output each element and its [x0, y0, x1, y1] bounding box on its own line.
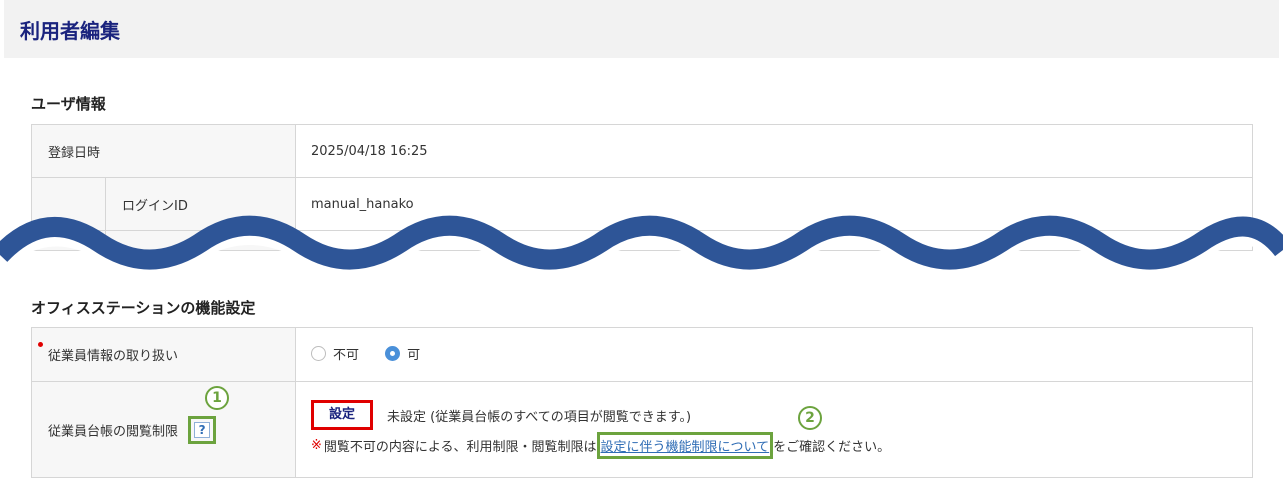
marker-1: 1: [205, 386, 229, 410]
radio-on-icon: [385, 346, 401, 361]
radio-allowed[interactable]: 可: [385, 344, 420, 363]
function-restriction-link[interactable]: 設定に伴う機能制限について: [601, 440, 770, 455]
note-mark: ※: [311, 438, 322, 453]
help-highlight-box: ?: [188, 415, 217, 444]
ledger-value-cell: 設定 未設定 (従業員台帳のすべての項目が閲覧できます。) 2 ※ 閲覧不可の内…: [295, 381, 1253, 478]
radio-allowed-label: 可: [407, 348, 421, 363]
user-info-section-title: ユーザ情報: [31, 95, 106, 113]
office-station-section-title: オフィスステーションの機能設定: [31, 299, 256, 317]
registered-at-label: 登録日時: [31, 124, 296, 178]
ledger-label: 従業員台帳の閲覧制限: [48, 424, 179, 439]
ledger-status: 未設定 (従業員台帳のすべての項目が閲覧できます。): [387, 409, 692, 425]
help-icon[interactable]: ?: [194, 421, 211, 438]
set-button[interactable]: 設定: [311, 400, 373, 430]
table-row: 従業員台帳の閲覧制限 ? 1 設定 未設定 (従業員台帳のすべての項目が閲覧でき…: [31, 381, 1253, 478]
note-suffix: をご確認ください。: [773, 440, 891, 455]
employee-info-label: 従業員情報の取り扱い: [48, 349, 179, 364]
note-prefix: 閲覧不可の内容による、利用制限・閲覧制限は: [323, 440, 597, 455]
radio-off-icon: [311, 346, 326, 361]
page-header: 利用者編集: [4, 0, 1279, 58]
registered-at-value: 2025/04/18 16:25: [295, 124, 1253, 178]
required-dot: [38, 342, 43, 347]
radio-not-allowed-label: 不可: [333, 348, 360, 363]
employee-info-label-cell: 従業員情報の取り扱い: [31, 327, 296, 382]
page-title: 利用者編集: [20, 19, 120, 43]
wave-separator: [0, 215, 1283, 275]
table-row: 登録日時 2025/04/18 16:25: [31, 124, 1253, 178]
ledger-label-cell: 従業員台帳の閲覧制限 ? 1: [31, 381, 296, 478]
marker-2: 2: [798, 406, 822, 430]
office-station-table: 従業員情報の取り扱い 不可 可 従業員台帳の閲覧制限 ? 1 設定 未設定 (従…: [31, 327, 1253, 478]
table-row: 従業員情報の取り扱い 不可 可: [31, 327, 1253, 382]
radio-not-allowed[interactable]: 不可: [311, 344, 359, 363]
employee-info-options: 不可 可: [295, 327, 1253, 382]
link-highlight-box: 設定に伴う機能制限について: [596, 432, 774, 459]
